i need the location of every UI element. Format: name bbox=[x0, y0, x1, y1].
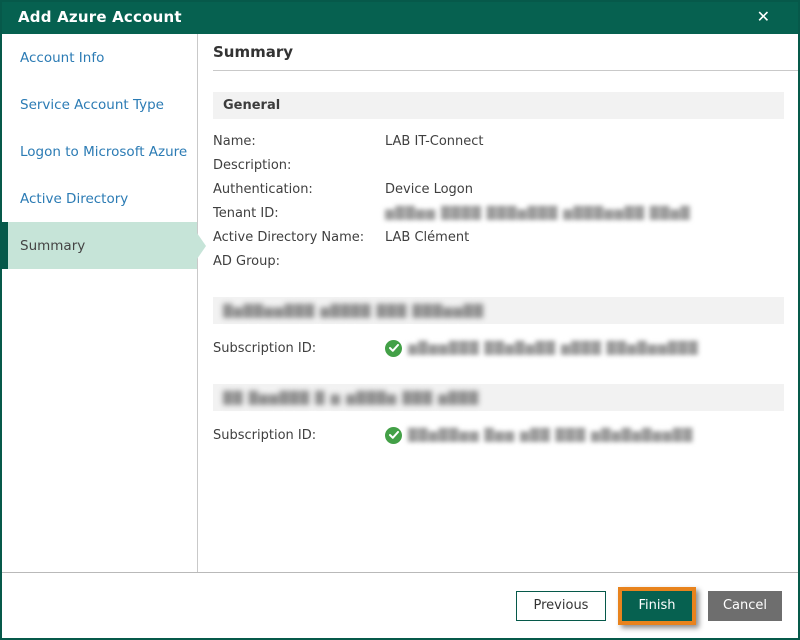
previous-button[interactable]: Previous bbox=[516, 590, 606, 621]
sidebar-item-account-info[interactable]: Account Info bbox=[2, 34, 197, 81]
row-label: Authentication: bbox=[213, 181, 313, 197]
sidebar-item-label: Account Info bbox=[20, 49, 105, 66]
row-value-redacted: ██▆██▆▆ █▆▆ ▆██ ███ ▆█▆█▆█▆▆██ bbox=[408, 428, 694, 442]
section-rows: Subscription ID: ▆█▆▆███ ██▆█▆██ ▆███ ██▆… bbox=[213, 336, 784, 360]
row-value-redacted: ▆█▆▆███ ██▆█▆██ ▆███ ██▆█▆▆███ bbox=[408, 341, 699, 355]
row-value: LAB Clément bbox=[385, 230, 469, 245]
summary-row: AD Group: bbox=[213, 249, 784, 273]
footer: Previous Finish Cancel bbox=[2, 572, 798, 638]
section-title-redacted: █▆██▆▆███ ▆████ ███ ███▆▆██ bbox=[223, 303, 485, 318]
summary-row: Name: LAB IT-Connect bbox=[213, 129, 784, 153]
sidebar-item-summary[interactable]: Summary bbox=[2, 222, 206, 269]
row-value-text: LAB IT-Connect bbox=[385, 133, 484, 149]
row-value-text: LAB Clément bbox=[385, 229, 470, 245]
section-title-redacted: ██ █▆▆███ █ ▆ ▆███▆ ███ ▆███ bbox=[223, 390, 480, 405]
add-azure-account-dialog: Add Azure Account ✕ Account Info Service … bbox=[0, 0, 800, 640]
finish-highlight-annotation: Finish bbox=[618, 586, 696, 625]
row-value-redacted: ▆██▆▆ ████ ███▆███ ▆███▆▆██ ██▆█ bbox=[385, 206, 691, 220]
sidebar-item-label: Summary bbox=[20, 237, 86, 254]
check-circle-icon bbox=[385, 426, 402, 444]
row-value: ▆█▆▆███ ██▆█▆██ ▆███ ██▆█▆▆███ bbox=[385, 339, 699, 357]
summary-row: Active Directory Name: LAB Clément bbox=[213, 225, 784, 249]
sidebar-item-label: Active Directory bbox=[20, 190, 129, 207]
finish-button[interactable]: Finish bbox=[622, 590, 692, 621]
page-title: Summary bbox=[213, 43, 294, 61]
summary-row: Subscription ID: ▆█▆▆███ ██▆█▆██ ▆███ ██▆… bbox=[213, 336, 784, 360]
summary-row: Tenant ID: ▆██▆▆ ████ ███▆███ ▆███▆▆██ ██… bbox=[213, 201, 784, 225]
row-label: Tenant ID: bbox=[213, 205, 279, 221]
sidebar-item-label: Logon to Microsoft Azure bbox=[20, 143, 188, 160]
row-label: Active Directory Name: bbox=[213, 229, 365, 245]
check-circle-icon bbox=[385, 339, 402, 357]
row-value: LAB IT-Connect bbox=[385, 134, 484, 149]
row-label: Subscription ID: bbox=[213, 427, 317, 443]
sidebar-item-label: Service Account Type bbox=[20, 96, 164, 113]
section-rows: Name: LAB IT-Connect Description: Authentic… bbox=[213, 129, 784, 273]
window-title: Add Azure Account bbox=[18, 8, 182, 26]
summary-row: Subscription ID: ██▆██▆▆ █▆▆ ▆██ ███ ▆█▆█… bbox=[213, 423, 784, 447]
row-value: ██▆██▆▆ █▆▆ ▆██ ███ ▆█▆█▆█▆▆██ bbox=[385, 426, 694, 444]
section-header: ██ █▆▆███ █ ▆ ▆███▆ ███ ▆███ bbox=[213, 384, 784, 411]
wizard-steps-sidebar: Account Info Service Account Type Logon to… bbox=[2, 34, 206, 572]
row-value: ▆██▆▆ ████ ███▆███ ▆███▆▆██ ██▆█ bbox=[385, 206, 691, 220]
row-value: Device Logon bbox=[385, 182, 473, 197]
summary-row: Description: bbox=[213, 153, 784, 177]
row-label: AD Group: bbox=[213, 253, 280, 269]
sidebar-item-logon-to-microsoft-azure[interactable]: Logon to Microsoft Azure bbox=[2, 128, 197, 175]
divider bbox=[213, 70, 798, 71]
row-label: Subscription ID: bbox=[213, 340, 317, 356]
titlebar: Add Azure Account ✕ bbox=[2, 2, 798, 34]
cancel-button[interactable]: Cancel bbox=[708, 590, 782, 621]
summary-content: Summary General Name: LAB IT-Connect Descri… bbox=[199, 34, 798, 572]
section-header: █▆██▆▆███ ▆████ ███ ███▆▆██ bbox=[213, 297, 784, 324]
summary-row: Authentication: Device Logon bbox=[213, 177, 784, 201]
row-label: Description: bbox=[213, 157, 292, 173]
row-value-text: Device Logon bbox=[385, 181, 474, 197]
section-title: General bbox=[223, 98, 281, 113]
section-header: General bbox=[213, 92, 784, 119]
section-rows: Subscription ID: ██▆██▆▆ █▆▆ ▆██ ███ ▆█▆█… bbox=[213, 423, 784, 447]
row-label: Name: bbox=[213, 133, 256, 149]
close-icon[interactable]: ✕ bbox=[753, 7, 774, 27]
sidebar-item-active-directory[interactable]: Active Directory bbox=[2, 175, 197, 222]
sidebar-item-service-account-type[interactable]: Service Account Type bbox=[2, 81, 197, 128]
